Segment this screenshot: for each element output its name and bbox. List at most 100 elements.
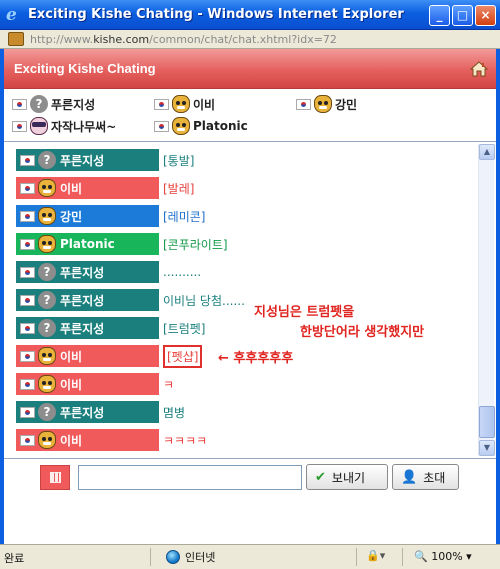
- chat-message: Platonic [콘푸라이트]: [16, 233, 228, 255]
- security-zone[interactable]: 인터넷: [166, 549, 215, 565]
- annotation-line-2: 한방단어라 생각했지만: [300, 325, 425, 340]
- maximize-button[interactable]: □: [452, 5, 473, 26]
- window-bottom-space: [4, 495, 496, 544]
- cat-avatar-icon: [172, 117, 190, 135]
- emoticon-button[interactable]: [40, 465, 70, 490]
- user-name: Platonic: [193, 119, 248, 133]
- sender-name: 푸른지성: [60, 293, 105, 308]
- chat-scrollbar[interactable]: ▲ ▼: [478, 144, 495, 456]
- cat-avatar-icon: [38, 347, 56, 365]
- zoom-value: 100%: [431, 550, 463, 563]
- message-input[interactable]: [78, 465, 302, 490]
- korea-flag-icon: [20, 350, 35, 362]
- korea-flag-icon: [12, 98, 27, 110]
- window-title: Exciting Kishe Chating - Windows Interne…: [28, 7, 404, 22]
- question-avatar-icon: ?: [38, 151, 56, 169]
- home-icon[interactable]: [470, 61, 488, 77]
- scroll-up-arrow-icon[interactable]: ▲: [479, 144, 495, 160]
- korea-flag-icon: [20, 238, 35, 250]
- chat-message: ? 푸른지성 [트럼펫]: [16, 317, 205, 339]
- internet-explorer-icon: e: [6, 5, 17, 25]
- sender-tag: 이비: [16, 429, 159, 451]
- user-item[interactable]: 자작나무써~: [12, 115, 116, 137]
- chat-message: 강민 [레미콘]: [16, 205, 205, 227]
- korea-flag-icon: [154, 98, 169, 110]
- app-title: Exciting Kishe Chating: [14, 61, 156, 76]
- question-avatar-icon: ?: [30, 95, 48, 113]
- korea-flag-icon: [296, 98, 311, 110]
- scroll-down-arrow-icon[interactable]: ▼: [479, 440, 495, 456]
- question-avatar-icon: ?: [38, 319, 56, 337]
- zone-label: 인터넷: [185, 551, 216, 564]
- sender-name: 이비: [60, 349, 83, 364]
- page-icon: [8, 32, 24, 46]
- korea-flag-icon: [154, 120, 169, 132]
- user-name: 푸른지성: [51, 97, 96, 112]
- question-avatar-icon: ?: [38, 403, 56, 421]
- cat-avatar-icon: [314, 95, 332, 113]
- user-item[interactable]: 이비: [154, 93, 215, 115]
- chat-message: ? 푸른지성 [통발]: [16, 149, 194, 171]
- chat-message: 이비 [펫샵]: [16, 344, 203, 368]
- grid-icon: [50, 472, 61, 483]
- user-add-icon: 👤: [401, 469, 418, 485]
- sender-name: Platonic: [60, 237, 115, 251]
- address-url[interactable]: http://www.kishe.com/common/chat/chat.xh…: [30, 33, 337, 46]
- message-text: ..........: [163, 265, 202, 279]
- user-name: 이비: [193, 97, 216, 112]
- message-text: [레미콘]: [163, 209, 206, 224]
- status-bar: 완료 인터넷 🔒▾ 🔍 100% ▾: [0, 544, 500, 569]
- user-item[interactable]: 강민: [296, 93, 357, 115]
- app-header: Exciting Kishe Chating: [4, 49, 496, 89]
- sender-name: 푸른지성: [60, 265, 105, 280]
- chat-message: 이비 ㅋㅋㅋㅋ: [16, 429, 207, 451]
- user-list: ? 푸른지성 이비 강민 자작나무써~ Platonic: [4, 89, 496, 141]
- chat-message: 이비 ㅋ: [16, 373, 174, 395]
- user-name: 자작나무써~: [51, 119, 117, 134]
- korea-flag-icon: [20, 154, 35, 166]
- scroll-thumb[interactable]: [479, 406, 495, 438]
- message-text: [트럼펫]: [163, 321, 206, 336]
- sender-tag: 이비: [16, 345, 159, 367]
- invite-button[interactable]: 👤 초대: [392, 464, 459, 490]
- send-button[interactable]: ✔ 보내기: [306, 464, 388, 490]
- minimize-button[interactable]: _: [429, 5, 450, 26]
- chat-message: ? 푸른지성 ..........: [16, 261, 201, 283]
- korea-flag-icon: [20, 434, 35, 446]
- zoom-level[interactable]: 🔍 100% ▾: [414, 550, 472, 563]
- message-text: [통발]: [163, 153, 195, 168]
- input-row: ✔ 보내기 👤 초대: [4, 459, 496, 495]
- mask-avatar-icon: [30, 117, 48, 135]
- sender-name: 강민: [60, 209, 83, 224]
- chat-message: ? 푸른지성 이비님 당첨......: [16, 289, 245, 311]
- message-text: 몀병: [163, 405, 186, 420]
- sender-name: 푸른지성: [60, 405, 105, 420]
- cat-avatar-icon: [172, 95, 190, 113]
- korea-flag-icon: [20, 266, 35, 278]
- sender-tag: 강민: [16, 205, 159, 227]
- sender-name: 이비: [60, 377, 83, 392]
- sender-tag: ? 푸른지성: [16, 401, 159, 423]
- protected-mode-icon[interactable]: 🔒▾: [366, 549, 385, 562]
- korea-flag-icon: [12, 120, 27, 132]
- sender-name: 푸른지성: [60, 153, 105, 168]
- status-divider: [150, 548, 151, 566]
- message-text: ㅋ: [163, 377, 175, 392]
- chat-messages[interactable]: ? 푸른지성 [통발] 이비 [발레] 강민 [레미콘] Platonic [콘푸…: [4, 141, 496, 459]
- message-text: 이비님 당첨......: [163, 293, 245, 308]
- korea-flag-icon: [20, 378, 35, 390]
- chat-message: ? 푸른지성 몀병: [16, 401, 185, 423]
- address-bar[interactable]: http://www.kishe.com/common/chat/chat.xh…: [0, 30, 500, 49]
- close-button[interactable]: ×: [475, 5, 496, 26]
- cat-avatar-icon: [38, 235, 56, 253]
- korea-flag-icon: [20, 210, 35, 222]
- user-item[interactable]: ? 푸른지성: [12, 93, 95, 115]
- sender-name: 푸른지성: [60, 321, 105, 336]
- sender-tag: ? 푸른지성: [16, 149, 159, 171]
- message-text: ㅋㅋㅋㅋ: [163, 433, 208, 448]
- message-text: [펫샵]: [163, 344, 203, 368]
- user-item[interactable]: Platonic: [154, 115, 248, 137]
- window-frame: Exciting Kishe Chating ? 푸른지성 이비 강민 자작나무…: [0, 49, 500, 544]
- status-divider: [402, 548, 403, 566]
- cat-avatar-icon: [38, 375, 56, 393]
